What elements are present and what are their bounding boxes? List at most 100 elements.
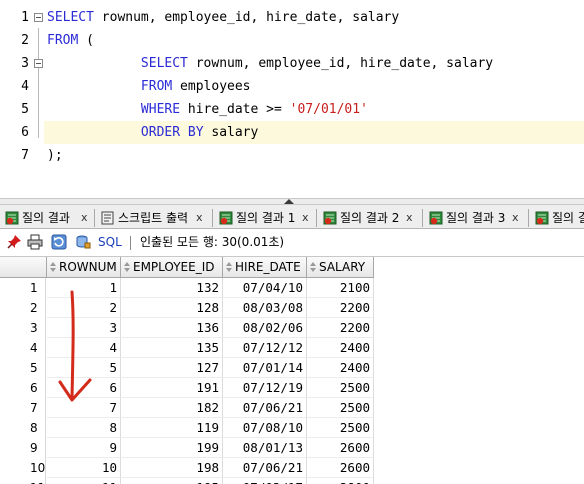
code-line[interactable]: WHERE hire_date >= '07/01/01' (44, 98, 584, 121)
row-number[interactable]: 1 (0, 278, 46, 298)
cell-salary[interactable]: 2400 (307, 338, 374, 358)
cell-employee-id[interactable]: 136 (121, 318, 223, 338)
sql-editor[interactable]: 1 2 3 4 5 6 7 SELECT rownum, employee_id, hire… (0, 0, 584, 198)
cell-rownum[interactable]: 8 (47, 418, 121, 438)
cell-employee-id[interactable]: 119 (121, 418, 223, 438)
cell-employee-id[interactable]: 132 (121, 278, 223, 298)
cell-hire-date[interactable]: 07/12/12 (223, 338, 307, 358)
row-number[interactable]: 2 (0, 298, 46, 318)
code-line[interactable]: FROM ( (44, 29, 584, 52)
cell-salary[interactable]: 2800 (307, 478, 374, 484)
cell-salary[interactable]: 2500 (307, 418, 374, 438)
cell-rownum[interactable]: 9 (47, 438, 121, 458)
table-row[interactable]: 8 8 119 07/08/10 2500 (0, 418, 584, 438)
code-area[interactable]: SELECT rownum, employee_id, hire_date, s… (44, 0, 584, 198)
cell-rownum[interactable]: 1 (47, 278, 121, 298)
print-icon[interactable] (27, 234, 43, 250)
table-row[interactable]: 3 3 136 08/02/06 2200 (0, 318, 584, 338)
grid-corner-cell[interactable] (0, 257, 47, 278)
cell-hire-date[interactable]: 07/08/10 (223, 418, 307, 438)
cell-hire-date[interactable]: 07/06/21 (223, 398, 307, 418)
cell-hire-date[interactable]: 08/01/13 (223, 438, 307, 458)
table-row[interactable]: 1 1 132 07/04/10 2100 (0, 278, 584, 298)
cell-salary[interactable]: 2100 (307, 278, 374, 298)
cell-employee-id[interactable]: 198 (121, 458, 223, 478)
cell-hire-date[interactable]: 07/03/17 (223, 478, 307, 484)
result-tab[interactable]: 질의 결과 x (2, 207, 88, 228)
table-row[interactable]: 111119507/03/172800 (0, 478, 584, 484)
cell-salary[interactable]: 2500 (307, 378, 374, 398)
cell-hire-date[interactable]: 07/04/10 (223, 278, 307, 298)
row-number[interactable]: 8 (0, 418, 46, 438)
row-number[interactable]: 5 (0, 358, 46, 378)
table-row[interactable]: 5 5 127 07/01/14 2400 (0, 358, 584, 378)
cell-rownum[interactable]: 11 (47, 478, 121, 484)
cell-employee-id[interactable]: 127 (121, 358, 223, 378)
cell-hire-date[interactable]: 07/06/21 (223, 458, 307, 478)
pane-splitter[interactable] (0, 198, 584, 205)
fold-toggle-icon[interactable] (34, 59, 43, 68)
cell-employee-id[interactable]: 182 (121, 398, 223, 418)
sort-icon[interactable] (310, 261, 316, 273)
column-header-hire-date[interactable]: HIRE_DATE (223, 257, 307, 278)
result-grid[interactable]: ROWNUM EMPLOYEE_ID HIRE_DATE SALARY 1 1 132 07… (0, 256, 584, 484)
row-number[interactable]: 10 (0, 458, 46, 478)
cell-salary[interactable]: 2400 (307, 358, 374, 378)
table-row[interactable]: 6 6 191 07/12/19 2500 (0, 378, 584, 398)
cell-employee-id[interactable]: 195 (121, 478, 223, 484)
code-line[interactable]: ORDER BY salary (44, 121, 584, 144)
row-number[interactable]: 4 (0, 338, 46, 358)
cell-rownum[interactable]: 4 (47, 338, 121, 358)
cell-rownum[interactable]: 3 (47, 318, 121, 338)
tab-close-icon[interactable]: x (81, 207, 88, 228)
cell-hire-date[interactable]: 07/12/19 (223, 378, 307, 398)
row-number[interactable]: 3 (0, 318, 46, 338)
cell-salary[interactable]: 2200 (307, 298, 374, 318)
result-tab[interactable]: 질의 결과 3 x (426, 207, 519, 228)
result-tab[interactable]: 질의 결과 1 x (216, 207, 309, 228)
column-header-rownum[interactable]: ROWNUM (47, 257, 121, 278)
column-header-employee-id[interactable]: EMPLOYEE_ID (121, 257, 223, 278)
refresh-icon[interactable] (51, 234, 67, 250)
row-number[interactable]: 6 (0, 378, 46, 398)
cell-hire-date[interactable]: 08/03/08 (223, 298, 307, 318)
code-line[interactable]: SELECT rownum, employee_id, hire_date, s… (44, 52, 584, 75)
sort-icon[interactable] (50, 261, 56, 273)
pin-icon[interactable] (6, 234, 22, 250)
cell-rownum[interactable]: 10 (47, 458, 121, 478)
cell-salary[interactable]: 2200 (307, 318, 374, 338)
tab-close-icon[interactable]: x (512, 207, 519, 228)
table-row[interactable]: 2 2 128 08/03/08 2200 (0, 298, 584, 318)
cell-rownum[interactable]: 2 (47, 298, 121, 318)
collapse-arrow-icon[interactable] (284, 199, 294, 204)
cell-employee-id[interactable]: 128 (121, 298, 223, 318)
cell-salary[interactable]: 2600 (307, 458, 374, 478)
result-tab[interactable]: 질의 결 (532, 207, 584, 228)
cell-salary[interactable]: 2600 (307, 438, 374, 458)
sort-icon[interactable] (124, 261, 130, 273)
code-line[interactable]: FROM employees (44, 75, 584, 98)
table-row[interactable]: 4 4 135 07/12/12 2400 (0, 338, 584, 358)
result-tab[interactable]: 스크립트 출력 x (98, 207, 203, 228)
cell-rownum[interactable]: 6 (47, 378, 121, 398)
tab-close-icon[interactable]: x (302, 207, 309, 228)
tab-close-icon[interactable]: x (406, 207, 413, 228)
tab-close-icon[interactable]: x (196, 207, 203, 228)
result-tab[interactable]: 질의 결과 2 x (320, 207, 413, 228)
cell-hire-date[interactable]: 07/01/14 (223, 358, 307, 378)
cell-salary[interactable]: 2500 (307, 398, 374, 418)
code-line[interactable]: SELECT rownum, employee_id, hire_date, s… (44, 6, 584, 29)
cell-rownum[interactable]: 5 (47, 358, 121, 378)
table-row[interactable]: 10 10 198 07/06/21 2600 (0, 458, 584, 478)
cell-employee-id[interactable]: 191 (121, 378, 223, 398)
table-row[interactable]: 9 9 199 08/01/13 2600 (0, 438, 584, 458)
cell-employee-id[interactable]: 135 (121, 338, 223, 358)
row-number[interactable]: 11 (0, 478, 46, 484)
column-header-salary[interactable]: SALARY (307, 257, 374, 278)
row-number[interactable]: 9 (0, 438, 46, 458)
cell-rownum[interactable]: 7 (47, 398, 121, 418)
cell-hire-date[interactable]: 08/02/06 (223, 318, 307, 338)
table-row[interactable]: 7 7 182 07/06/21 2500 (0, 398, 584, 418)
fold-toggle-icon[interactable] (34, 13, 43, 22)
code-line[interactable]: ); (44, 144, 584, 167)
